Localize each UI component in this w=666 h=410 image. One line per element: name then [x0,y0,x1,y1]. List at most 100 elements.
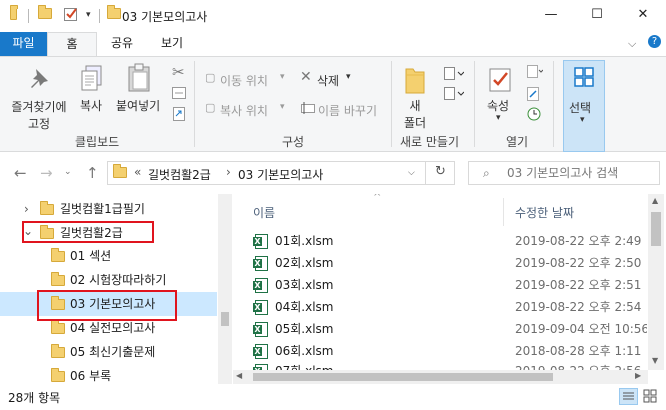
file-date: 2019-08-22 오후 2:54 [515,300,642,314]
copy-path-icon[interactable] [172,87,186,102]
cut-icon[interactable]: ✂ [172,63,185,81]
file-row[interactable]: 06회.xlsm 2018-08-28 오후 1:11 [233,340,647,362]
delete-button[interactable]: 삭제 [317,72,339,89]
clipboard-group-label: 클립보드 [75,135,120,149]
select-grid-icon [574,67,594,90]
back-arrow-icon[interactable]: ← [14,164,27,182]
excel-file-icon [253,344,268,359]
navigation-bar: ← → ⌄ ↑ « 길벗컴활2급 › 03 기본모의고사 ⌵ ↻ ⌕ 03 기본… [0,152,666,194]
address-dropdown-icon[interactable]: ⌵ [408,168,415,178]
quick-access-folder-icon[interactable] [38,5,52,22]
divider [553,61,554,147]
breadcrumb-item[interactable]: 길벗컴활2급 [148,166,211,183]
scroll-down-icon[interactable]: ▼ [652,356,658,365]
chevron-right-icon[interactable]: › [226,165,231,179]
divider [99,9,100,23]
tab-share[interactable]: 공유 [97,32,147,56]
tab-file[interactable]: 파일 [0,32,47,56]
help-icon[interactable]: ? [648,35,661,48]
forward-arrow-icon[interactable]: → [40,164,53,182]
file-date: 2019-09-04 오전 10:56 [515,322,647,336]
file-name: 03회.xlsm [275,278,334,292]
item-count: 28개 항목 [8,391,61,405]
scrollbar-thumb[interactable] [221,312,229,326]
paste-shortcut-icon[interactable] [173,107,185,124]
maximize-button[interactable]: ☐ [574,0,620,30]
new-item-icon[interactable] [444,67,465,84]
open-icon[interactable] [527,65,544,82]
file-name: 05회.xlsm [275,322,334,336]
copy-icon [80,65,104,96]
sort-arrow-icon: ^ [373,194,382,203]
tab-home[interactable]: 홈 [47,32,97,57]
edit-icon[interactable] [527,87,541,104]
scroll-left-icon[interactable]: ◀ [236,371,242,380]
scrollbar-thumb[interactable] [253,373,553,381]
highlight-box [37,290,177,321]
pin-icon [28,67,50,94]
large-icons-view-icon[interactable] [642,388,661,405]
delete-icon: ✕ [300,69,312,85]
pin-to-quick-access-button[interactable]: 즐겨찾기에 고정 [8,98,70,132]
move-to-button[interactable]: 이동 위치 [220,72,268,89]
excel-file-icon [253,300,268,315]
refresh-icon[interactable]: ↻ [425,161,455,185]
easy-access-icon[interactable] [444,87,465,104]
file-list-horizontal-scrollbar[interactable]: ◀ ▶ [233,370,648,384]
up-arrow-icon[interactable]: ↑ [86,164,99,182]
file-row[interactable]: 02회.xlsm 2019-08-22 오후 2:50 [233,252,647,274]
scroll-right-icon[interactable]: ▶ [635,371,641,380]
file-row[interactable]: 07회.xlsm 2019-08-22 오후 2:56 [233,360,647,370]
file-list-vertical-scrollbar[interactable]: ▲ ▼ [648,194,664,370]
nav-item[interactable]: 05 최신기출문제 [0,341,217,363]
divider [194,61,195,147]
new-folder-icon [404,65,426,98]
scroll-up-icon[interactable]: ▲ [652,196,658,205]
scrollbar-thumb[interactable] [651,212,661,246]
file-name: 02회.xlsm [275,256,334,270]
chevron-down-icon: ▾ [496,113,501,123]
paste-button[interactable]: 붙여넣기 [116,97,160,114]
chevron-down-icon: ▾ [280,102,285,112]
nav-item[interactable]: › 길벗컴활1급필기 [0,198,217,220]
file-row[interactable]: 01회.xlsm 2019-08-22 오후 2:49 [233,230,647,252]
history-icon[interactable] [527,107,541,124]
breadcrumb-item[interactable]: 03 기본모의고사 [238,166,323,183]
column-divider[interactable] [503,198,504,226]
nav-item[interactable]: 06 부록 [0,365,217,384]
tab-view[interactable]: 보기 [147,32,197,56]
close-button[interactable]: ✕ [620,0,666,30]
file-name: 01회.xlsm [275,234,334,248]
select-button[interactable]: 선택 ▾ [563,60,605,152]
excel-file-icon [253,256,268,271]
expand-arrow-icon[interactable]: › [24,198,29,220]
file-date: 2019-08-22 오후 2:51 [515,278,642,292]
nav-scrollbar[interactable] [218,194,232,384]
recent-locations-icon[interactable]: ⌄ [64,167,72,177]
address-bar[interactable]: « 길벗컴활2급 › 03 기본모의고사 ⌵ [107,161,455,185]
customize-quick-access-icon[interactable]: ▾ [86,10,91,20]
rename-button[interactable]: 이름 바꾸기 [318,102,377,119]
divider [474,61,475,147]
search-icon: ⌕ [483,166,490,180]
file-row[interactable]: 03회.xlsm 2019-08-22 오후 2:51 [233,274,647,296]
copy-to-button[interactable]: 복사 위치 [220,102,268,119]
new-folder-button[interactable]: 새 폴더 [400,97,430,131]
file-row[interactable]: 04회.xlsm 2019-08-22 오후 2:54 [233,296,647,318]
details-view-icon[interactable] [619,388,638,405]
column-header-date[interactable]: 수정한 날짜 [515,204,574,221]
file-row[interactable]: 05회.xlsm 2019-09-04 오전 10:56 [233,318,647,340]
ribbon-tabs: 파일 홈 공유 보기 ⌵ ? [0,32,666,57]
copy-button[interactable]: 복사 [80,97,102,114]
title-bar: ▾ 03 기본모의고사 — ☐ ✕ [0,0,666,32]
properties-check-icon[interactable] [63,6,79,25]
nav-item[interactable]: 02 시험장따라하기 [0,269,217,291]
ribbon-expand-icon[interactable]: ⌵ [628,37,636,51]
breadcrumb-overflow[interactable]: « [134,165,141,179]
minimize-button[interactable]: — [528,0,574,30]
nav-item[interactable]: 01 섹션 [0,245,217,267]
column-header-name[interactable]: 이름 [253,204,275,221]
search-box[interactable]: ⌕ 03 기본모의고사 검색 [468,161,660,185]
move-to-icon: ▢ [205,71,216,84]
properties-button[interactable]: 속성 [487,97,509,114]
